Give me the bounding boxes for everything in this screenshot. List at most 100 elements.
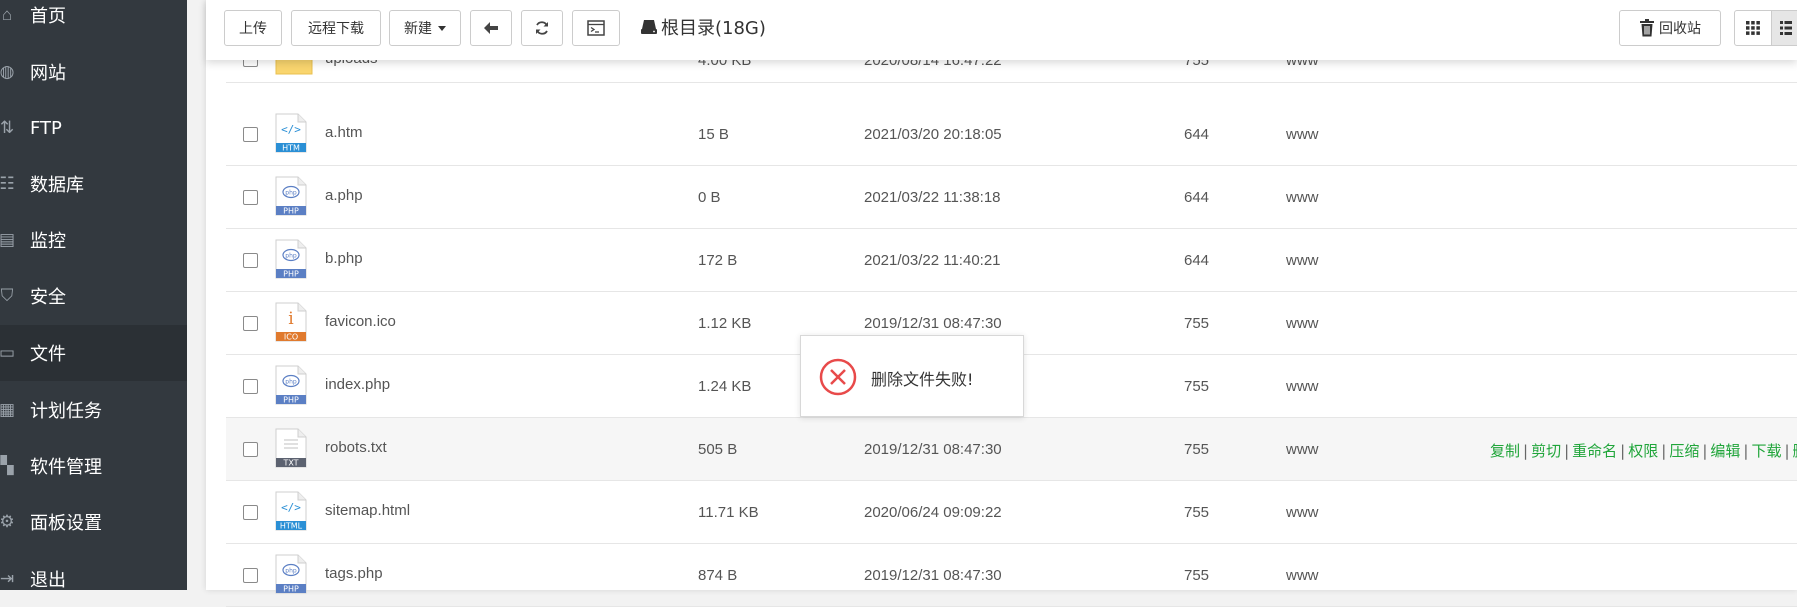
sidebar-item-label: 监控 <box>30 231 66 252</box>
disk-icon <box>641 20 657 34</box>
action-separator: | <box>1661 442 1667 460</box>
upload-button[interactable]: 上传 <box>224 10 282 46</box>
row-checkbox[interactable] <box>243 568 258 583</box>
folder-icon: ▭ <box>0 343 16 362</box>
file-name[interactable]: a.php <box>325 187 363 204</box>
recycle-bin-button[interactable]: 回收站 <box>1619 10 1721 46</box>
sidebar-item-6[interactable]: ▭ 文件 <box>0 325 187 381</box>
file-size: 1.12 KB <box>698 315 752 332</box>
file-name[interactable]: a.htm <box>325 124 363 141</box>
row-action-link[interactable]: 下载 <box>1751 442 1781 460</box>
file-modified: 2019/12/31 08:47:30 <box>864 567 1002 584</box>
svg-text:PHP: PHP <box>283 207 299 216</box>
file-name[interactable]: sitemap.html <box>325 502 410 519</box>
file-size: 1.24 KB <box>698 378 752 395</box>
table-row[interactable]: </> HTML sitemap.html 11.71 KB 2020/06/24 09… <box>226 481 1797 544</box>
row-checkbox[interactable] <box>243 379 258 394</box>
row-checkbox[interactable] <box>243 505 258 520</box>
sidebar-item-3[interactable]: ☷ 数据库 <box>0 156 187 212</box>
row-checkbox[interactable] <box>243 127 258 142</box>
file-permission[interactable]: 755 <box>1184 441 1209 458</box>
file-name[interactable]: tags.php <box>325 565 383 582</box>
row-action-link[interactable]: 剪切 <box>1531 442 1561 460</box>
svg-text:</>: </> <box>281 123 301 136</box>
back-button[interactable] <box>470 10 512 46</box>
file-name[interactable]: index.php <box>325 376 390 393</box>
file-owner: www <box>1286 252 1319 269</box>
error-toast: 删除文件失败! <box>800 335 1024 417</box>
sidebar: ⌂ 首页 ◍ 网站 ⇅ FTP ☷ 数据库 ▤ 监控 ⛉ 安全 ▭ 文件 ▦ 计划任务 ▚ 软件管理 ⚙ 面板设置 ⇥ 退… <box>0 0 187 591</box>
terminal-icon <box>587 20 605 36</box>
trash-icon <box>1640 19 1654 37</box>
row-checkbox[interactable] <box>243 253 258 268</box>
action-separator: | <box>1564 442 1570 460</box>
sidebar-item-9[interactable]: ⚙ 面板设置 <box>0 494 187 550</box>
row-action-link[interactable]: 删 <box>1793 442 1797 460</box>
file-modified: 2019/12/31 08:47:30 <box>864 441 1002 458</box>
logout-icon: ⇥ <box>0 569 15 588</box>
sidebar-item-5[interactable]: ⛉ 安全 <box>0 268 187 324</box>
sidebar-item-label: 数据库 <box>30 175 84 196</box>
table-row[interactable]: php PHP a.php 0 B 2021/03/22 11:38:18 644 www <box>226 166 1797 229</box>
sidebar-item-8[interactable]: ▚ 软件管理 <box>0 438 187 494</box>
sidebar-item-0[interactable]: ⌂ 首页 <box>0 0 187 43</box>
sidebar-item-7[interactable]: ▦ 计划任务 <box>0 382 187 438</box>
file-size: 874 B <box>698 567 738 584</box>
file-manager-panel: 上传 远程下载 新建 根目录(18G) 回收站 4.00 KB 2020/08/… <box>206 0 1797 607</box>
file-name[interactable]: b.php <box>325 250 363 267</box>
file-owner: www <box>1286 567 1319 584</box>
file-permission[interactable]: 755 <box>1184 504 1209 521</box>
file-icon: </> HTM <box>274 113 308 153</box>
path-root-label: 根目录(18G) <box>661 18 766 39</box>
svg-text:ICO: ICO <box>284 333 298 342</box>
row-action-link[interactable]: 权限 <box>1628 442 1658 460</box>
database-icon: ☷ <box>0 174 15 193</box>
file-name[interactable]: favicon.ico <box>325 313 396 330</box>
sidebar-item-label: 软件管理 <box>30 457 102 478</box>
recycle-bin-label: 回收站 <box>1659 21 1701 37</box>
row-checkbox[interactable] <box>243 316 258 331</box>
svg-text:php: php <box>285 568 297 575</box>
table-row[interactable]: TXT robots.txt 505 B 2019/12/31 08:47:30 755… <box>226 418 1797 481</box>
file-size: 11.71 KB <box>698 504 759 521</box>
svg-text:php: php <box>285 253 297 260</box>
row-checkbox[interactable] <box>243 190 258 205</box>
breadcrumb[interactable]: 根目录(18G) <box>640 14 766 40</box>
gear-icon: ⚙ <box>0 512 15 531</box>
file-permission[interactable]: 755 <box>1184 378 1209 395</box>
new-dropdown-button[interactable]: 新建 <box>389 10 461 46</box>
grid-icon <box>1746 21 1760 35</box>
grid-view-button[interactable] <box>1734 10 1772 46</box>
action-separator: | <box>1784 442 1790 460</box>
terminal-button[interactable] <box>572 10 620 46</box>
table-row[interactable]: </> HTM a.htm 15 B 2021/03/20 20:18:05 644 www <box>226 103 1797 166</box>
sidebar-item-1[interactable]: ◍ 网站 <box>0 44 187 100</box>
table-row[interactable]: php PHP tags.php 874 B 2019/12/31 08:47:30 75… <box>226 544 1797 607</box>
file-icon: php PHP <box>274 365 308 405</box>
file-icon: i ICO <box>274 302 308 342</box>
action-separator: | <box>1523 442 1529 460</box>
file-permission[interactable]: 644 <box>1184 126 1209 143</box>
table-row[interactable]: php PHP b.php 172 B 2021/03/22 11:40:21 644 ww… <box>226 229 1797 292</box>
list-view-button[interactable] <box>1771 10 1797 46</box>
row-action-link[interactable]: 编辑 <box>1710 442 1740 460</box>
file-permission[interactable]: 755 <box>1184 315 1209 332</box>
file-owner: www <box>1286 378 1319 395</box>
toolbar: 上传 远程下载 新建 根目录(18G) 回收站 <box>206 0 1797 60</box>
sidebar-item-2[interactable]: ⇅ FTP <box>0 100 187 156</box>
file-permission[interactable]: 644 <box>1184 189 1209 206</box>
file-name[interactable]: robots.txt <box>325 439 387 456</box>
sidebar-item-4[interactable]: ▤ 监控 <box>0 212 187 268</box>
file-owner: www <box>1286 315 1319 332</box>
file-permission[interactable]: 644 <box>1184 252 1209 269</box>
sidebar-item-label: 网站 <box>30 63 66 84</box>
file-permission[interactable]: 755 <box>1184 567 1209 584</box>
remote-download-button[interactable]: 远程下载 <box>291 10 381 46</box>
refresh-button[interactable] <box>521 10 563 46</box>
row-checkbox[interactable] <box>243 442 258 457</box>
row-action-link[interactable]: 复制 <box>1490 442 1520 460</box>
file-modified: 2021/03/22 11:38:18 <box>864 189 1001 206</box>
sidebar-item-10[interactable]: ⇥ 退出 <box>0 551 187 607</box>
row-action-link[interactable]: 压缩 <box>1669 442 1699 460</box>
row-action-link[interactable]: 重命名 <box>1572 442 1617 460</box>
